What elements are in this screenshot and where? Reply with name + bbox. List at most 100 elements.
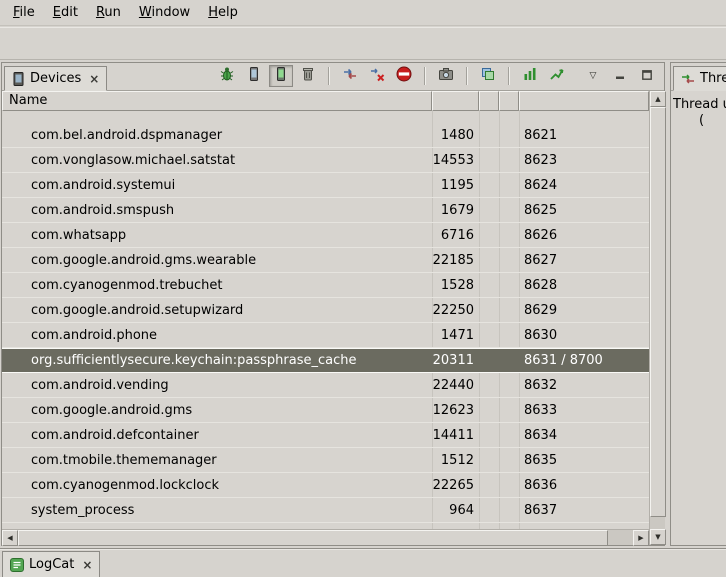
process-name: com.cyanogenmod.trebuchet [2,273,432,297]
menu-file[interactable]: File [4,2,44,23]
process-name: com.google.android.gms [2,398,432,422]
process-pid: 12623 [432,398,479,422]
stop-process-button[interactable] [392,65,416,87]
menu-help[interactable]: Help [199,2,247,23]
process-name: com.android.vending [2,373,432,397]
cell-empty [499,248,519,272]
column-header-3[interactable] [499,91,519,111]
vertical-scrollbar[interactable]: ▲ ▼ [649,91,665,545]
threads-message: Thread up ( [673,97,726,129]
table-row[interactable]: com.google.android.setupwizard222508629 [2,298,649,323]
close-icon[interactable]: × [89,72,99,86]
cell-empty [499,298,519,322]
column-header-pid[interactable] [432,91,479,111]
cell-empty [499,223,519,247]
view-menu-button[interactable]: ▽ [581,65,605,87]
process-name: com.google.android.gms.wearable [2,248,432,272]
tab-threads[interactable]: Threa [673,66,726,91]
view-hierarchy-button[interactable] [476,65,500,87]
cell-empty [479,148,499,172]
process-name: org.sufficientlysecure.keychain:passphra… [2,348,432,372]
cell-empty [499,423,519,447]
update-heap-button[interactable] [242,65,266,87]
cell-empty [479,248,499,272]
vertical-scrollbar-thumb[interactable] [650,107,666,517]
process-port: 8631 / 8700 [519,348,649,372]
table-row[interactable]: org.sufficientlysecure.keychain:passphra… [2,348,649,373]
scroll-right-icon[interactable]: ▶ [633,530,649,546]
cell-empty [479,373,499,397]
main-toolbar [0,27,726,60]
cell-empty [479,423,499,447]
method-profile-button[interactable] [545,65,569,87]
heap-updates-button[interactable] [518,65,542,87]
process-rows: com.bel.android.dspmanager14808621com.vo… [2,111,649,529]
table-row[interactable]: com.android.vending224408632 [2,373,649,398]
dump-hprof-button[interactable] [269,65,293,87]
threads-icon [681,72,695,86]
cell-empty [479,498,499,522]
process-port: 8623 [519,148,649,172]
tab-devices[interactable]: Devices × [4,66,107,91]
cell-empty [479,173,499,197]
table-row[interactable]: com.tmobile.thememanager15128635 [2,448,649,473]
threads-icon [342,66,358,86]
process-pid: 1528 [432,273,479,297]
process-port: 8637 [519,498,649,522]
chevron-down-icon: ▽ [590,71,597,81]
menu-window[interactable]: Window [130,2,199,23]
maximize-button[interactable] [635,65,659,87]
process-port: 8626 [519,223,649,247]
tab-logcat-label: LogCat [29,557,74,572]
process-port: 8627 [519,248,649,272]
table-row[interactable]: com.vonglasow.michael.satstat145538623 [2,148,649,173]
column-header-2[interactable] [479,91,499,111]
screen-capture-button[interactable] [434,65,458,87]
update-threads-button[interactable] [338,65,362,87]
cell-empty [499,498,519,522]
table-row[interactable]: com.cyanogenmod.lockclock222658636 [2,473,649,498]
process-pid: 1512 [432,448,479,472]
process-port: 8629 [519,298,649,322]
table-row[interactable]: com.google.android.gms126238633 [2,398,649,423]
table-row[interactable]: com.android.systemui11958624 [2,173,649,198]
table-row[interactable]: com.bel.android.dspmanager14808621 [2,123,649,148]
process-pid: 964 [432,498,479,522]
horizontal-scrollbar-thumb[interactable] [18,530,608,546]
threads-message-line1: Thread up [673,97,726,113]
toolbar-separator [424,67,426,85]
threads-panel: Threa Thread up ( [670,62,726,546]
menu-run[interactable]: Run [87,2,130,23]
tab-logcat[interactable]: LogCat × [2,551,100,577]
table-row[interactable]: com.whatsapp67168626 [2,223,649,248]
process-name: com.tmobile.thememanager [2,448,432,472]
menu-edit[interactable]: Edit [44,2,87,23]
table-row[interactable]: com.cyanogenmod.trebuchet1528 8628 [2,273,649,298]
table-row[interactable]: com.google.android.gms.wearable22185 8627 [2,248,649,273]
table-row[interactable]: com.android.defcontainer144118634 [2,423,649,448]
process-port: 8632 [519,373,649,397]
cause-gc-button[interactable] [296,65,320,87]
process-name: com.whatsapp [2,223,432,247]
table-row[interactable]: system_process9648637 [2,498,649,523]
scroll-up-icon[interactable]: ▲ [650,91,666,107]
table-row[interactable]: com.android.smspush16798625 [2,198,649,223]
table-row[interactable]: com.android.phone14718630 [2,323,649,348]
column-header-port[interactable] [519,91,649,111]
scroll-down-icon[interactable]: ▼ [650,529,666,545]
device-icon [246,66,262,86]
process-port: 8636 [519,473,649,497]
device-icon [12,72,25,86]
column-header-name[interactable]: Name [2,91,432,111]
process-port: 8624 [519,173,649,197]
stop-icon [396,66,412,86]
process-pid: 22185 [432,248,479,272]
scroll-left-icon[interactable]: ◀ [2,530,18,546]
minimize-button[interactable] [608,65,632,87]
horizontal-scrollbar[interactable]: ◀ ▶ [2,529,649,545]
stop-method-profiling-button[interactable] [365,65,389,87]
close-icon[interactable]: × [82,558,92,572]
debug-process-button[interactable] [215,65,239,87]
device-green-icon [273,66,289,86]
process-port: 8628 [519,273,649,297]
